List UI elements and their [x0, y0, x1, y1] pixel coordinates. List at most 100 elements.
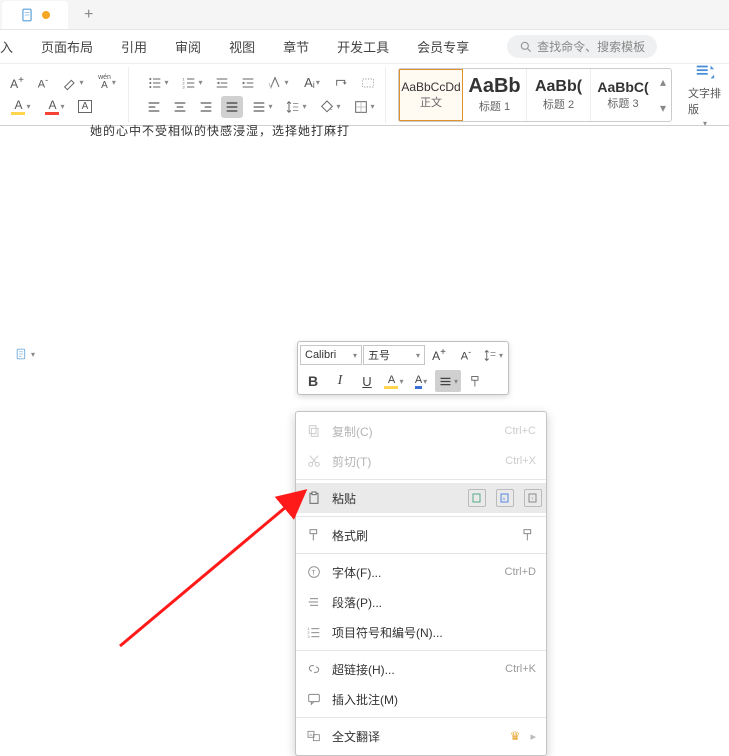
new-tab-button[interactable]: + — [74, 6, 103, 24]
align-distributed-button[interactable]: ▾ — [247, 96, 277, 118]
menu-cut[interactable]: 剪切(T) Ctrl+X — [296, 446, 546, 476]
borders-button[interactable]: ▾ — [349, 96, 379, 118]
ribbon-tab-member[interactable]: 会员专享 — [417, 37, 469, 56]
style-heading3[interactable]: AaBbC( 标题 3 — [591, 69, 655, 121]
chevron-right-icon: ▸ — [530, 730, 536, 743]
mini-line-spacing-button[interactable]: ▾ — [480, 344, 506, 366]
font-color-button[interactable]: A▾ — [40, 96, 70, 118]
menu-separator — [296, 479, 546, 480]
document-icon — [20, 8, 34, 22]
bullets-icon: 123 — [306, 624, 322, 640]
mini-align-justify-button[interactable]: ▾ — [435, 370, 461, 392]
text-layout-button[interactable]: 文字排版▾ — [680, 61, 729, 128]
mini-font-select[interactable]: Calibri▾ — [300, 345, 362, 365]
mini-font-color-button[interactable]: A▾ — [408, 370, 434, 392]
ribbon-tab-view[interactable]: 视图 — [229, 37, 255, 56]
ribbon-tab-review[interactable]: 审阅 — [175, 37, 201, 56]
bullets-button[interactable]: ▾ — [143, 72, 173, 94]
paste-keep-format-button[interactable] — [468, 489, 486, 507]
menu-format-painter[interactable]: 格式刷 — [296, 520, 546, 550]
table-grid-button[interactable] — [357, 72, 379, 94]
numbering-button[interactable]: 123▾ — [177, 72, 207, 94]
change-case-button[interactable]: Aᵢ▾ — [297, 72, 327, 94]
svg-text:T: T — [311, 570, 315, 577]
translate-icon: A — [306, 728, 322, 744]
ribbon-tab-insert[interactable]: 入 — [0, 37, 13, 56]
mini-size-select[interactable]: 五号▾ — [363, 345, 425, 365]
align-justify-button[interactable] — [221, 96, 243, 118]
style-body[interactable]: AaBbCcDd 正文 — [399, 69, 463, 121]
command-search[interactable]: 查找命令、搜索模板 — [507, 35, 657, 58]
clear-format-button[interactable]: ▾ — [58, 72, 88, 94]
mini-grow-font-button[interactable]: A+ — [426, 344, 452, 366]
mini-highlight-button[interactable]: A▾ — [381, 370, 407, 392]
align-left-button[interactable] — [143, 96, 165, 118]
menu-separator — [296, 717, 546, 718]
mini-shrink-font-button[interactable]: A- — [453, 344, 479, 366]
menu-hyperlink[interactable]: 超链接(H)... Ctrl+K — [296, 654, 546, 684]
mini-italic-button[interactable]: I — [327, 370, 353, 392]
grow-font-button[interactable]: A+ — [6, 72, 28, 94]
menu-separator — [296, 553, 546, 554]
document-area[interactable]: 她的心中不受相似的快感浸湿，选择她打麻打 ▾ Calibri▾ 五号▾ A+ A… — [0, 126, 729, 716]
search-placeholder: 查找命令、搜索模板 — [537, 38, 645, 55]
comment-icon — [306, 691, 322, 707]
shading-button[interactable]: ▾ — [315, 96, 345, 118]
search-icon — [519, 40, 533, 54]
paragraph-icon — [306, 594, 322, 610]
text-effects-button[interactable]: ▾ — [263, 72, 293, 94]
document-tab[interactable] — [2, 1, 68, 29]
svg-text:3: 3 — [183, 84, 186, 89]
align-center-button[interactable] — [169, 96, 191, 118]
menu-copy[interactable]: 复制(C) Ctrl+C — [296, 416, 546, 446]
format-painter-alt-icon — [520, 527, 536, 543]
style-gallery: AaBbCcDd 正文 AaBb 标题 1 AaBb( 标题 2 AaBbC( … — [398, 68, 672, 122]
ribbon: A+ A- ▾ wénA▾ A▾ A▾ A ▾ 123▾ ▾ Aᵢ▾ ▾ — [0, 64, 729, 126]
mini-underline-button[interactable]: U — [354, 370, 380, 392]
crown-icon: ♛ — [510, 729, 521, 743]
menu-paragraph[interactable]: 段落(P)... — [296, 587, 546, 617]
chevron-down-icon: ▾ — [660, 101, 666, 115]
char-border-button[interactable]: A — [74, 96, 96, 118]
phonetic-guide-button[interactable]: wénA▾ — [92, 72, 122, 94]
document-text[interactable]: 她的心中不受相似的快感浸湿，选择她打麻打 — [90, 122, 350, 139]
paste-icon — [306, 490, 322, 506]
menu-translate[interactable]: A 全文翻译 ♛ ▸ — [296, 721, 546, 751]
decrease-indent-button[interactable] — [211, 72, 233, 94]
style-gallery-more[interactable]: ▴ ▾ — [655, 69, 671, 121]
ribbon-tab-developer[interactable]: 开发工具 — [337, 37, 389, 56]
paste-text-only-button[interactable]: T — [524, 489, 542, 507]
svg-text:A: A — [503, 496, 506, 501]
mini-format-painter-button[interactable] — [462, 370, 488, 392]
menu-separator — [296, 516, 546, 517]
ribbon-tab-references[interactable]: 引用 — [121, 37, 147, 56]
style-heading2[interactable]: AaBb( 标题 2 — [527, 69, 591, 121]
paragraph-group: ▾ 123▾ ▾ Aᵢ▾ ▾ ▾ ▾ ▾ — [137, 67, 386, 123]
outline-icon[interactable]: ▾ — [15, 344, 35, 364]
menu-bullets-numbering[interactable]: 123 项目符号和编号(N)... — [296, 617, 546, 647]
mini-toolbar: Calibri▾ 五号▾ A+ A- ▾ B I U A▾ A▾ ▾ — [297, 341, 509, 395]
align-right-button[interactable] — [195, 96, 217, 118]
paragraph-mark-button[interactable] — [331, 72, 353, 94]
svg-text:3: 3 — [307, 634, 310, 639]
line-spacing-button[interactable]: ▾ — [281, 96, 311, 118]
mini-bold-button[interactable]: B — [300, 370, 326, 392]
titlebar: + — [0, 0, 729, 30]
ribbon-tabs: 入 页面布局 引用 审阅 视图 章节 开发工具 会员专享 查找命令、搜索模板 — [0, 30, 729, 64]
highlight-button[interactable]: A▾ — [6, 96, 36, 118]
paste-match-format-button[interactable]: A — [496, 489, 514, 507]
menu-font[interactable]: T 字体(F)... Ctrl+D — [296, 557, 546, 587]
menu-paste[interactable]: 粘贴 A T — [296, 483, 546, 513]
cut-icon — [306, 453, 322, 469]
increase-indent-button[interactable] — [237, 72, 259, 94]
svg-text:T: T — [531, 496, 534, 501]
text-layout-icon — [694, 61, 716, 83]
context-menu: 复制(C) Ctrl+C 剪切(T) Ctrl+X 粘贴 A T 格式刷 T — [295, 411, 547, 756]
style-heading1[interactable]: AaBb 标题 1 — [463, 69, 527, 121]
menu-insert-comment[interactable]: 插入批注(M) — [296, 684, 546, 714]
ribbon-tab-pagelayout[interactable]: 页面布局 — [41, 37, 93, 56]
ribbon-tab-chapter[interactable]: 章节 — [283, 37, 309, 56]
format-painter-icon — [306, 527, 322, 543]
shrink-font-button[interactable]: A- — [32, 72, 54, 94]
unsaved-indicator-icon — [42, 11, 50, 19]
